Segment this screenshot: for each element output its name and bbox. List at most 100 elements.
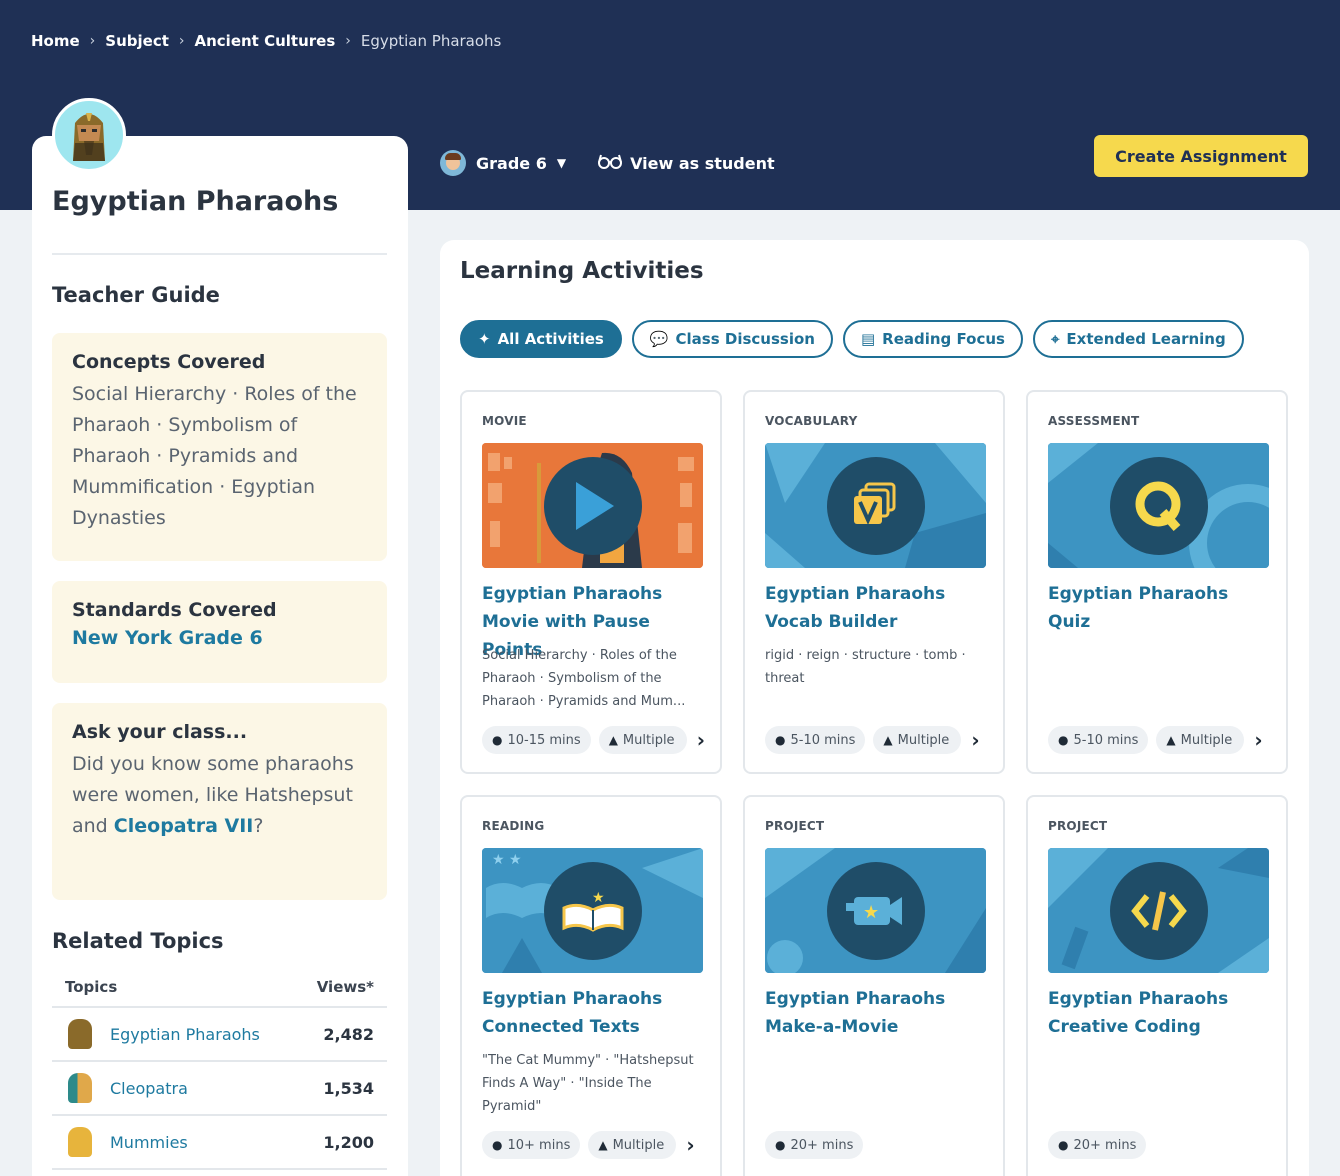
chevron-right-icon: › — [345, 33, 351, 49]
activity-meta: ● 20+ mins — [765, 1131, 864, 1159]
chevron-right-icon[interactable]: › — [1254, 728, 1262, 752]
filter-reading-focus[interactable]: ▤ Reading Focus — [842, 320, 1023, 358]
activity-title[interactable]: Egyptian Pharaohs Quiz — [1048, 580, 1273, 636]
duration-text: 5-10 mins — [1073, 732, 1139, 748]
activity-type: PROJECT — [1048, 819, 1108, 833]
puzzle-icon: ✦ — [478, 330, 491, 348]
breadcrumb-ancient-cultures[interactable]: Ancient Cultures — [195, 32, 336, 50]
filter-label: Class Discussion — [675, 330, 815, 348]
clock-icon: ● — [492, 1138, 503, 1152]
svg-text:★: ★ — [592, 890, 605, 906]
chevron-right-icon[interactable]: › — [686, 1133, 694, 1157]
activity-type: VOCABULARY — [765, 414, 858, 428]
activity-description: rigid · reign · structure · tomb · threa… — [765, 648, 966, 686]
filter-label: Reading Focus — [882, 330, 1005, 348]
topic-name[interactable]: Egyptian Pharaohs — [110, 1025, 323, 1044]
duration-badge: ● 10-15 mins — [482, 726, 591, 754]
activity-type: READING — [482, 819, 545, 833]
filter-extended-learning[interactable]: ⌖ Extended Learning — [1032, 320, 1244, 358]
ask-text-after: ? — [253, 815, 264, 837]
activity-card-reading[interactable]: READING ★ ★ ★ Egyptian Pharaohs Connecte… — [460, 795, 722, 1176]
view-as-student-button[interactable]: View as student — [598, 153, 775, 174]
cleopatra-link[interactable]: Cleopatra VII — [114, 815, 254, 837]
activity-type: ASSESSMENT — [1048, 414, 1140, 428]
concepts-text: Social Hierarchy · Roles of the Pharaoh … — [72, 383, 357, 529]
chevron-right-icon[interactable]: › — [697, 728, 705, 752]
chevron-right-icon[interactable]: › — [971, 728, 979, 752]
grade-level-badge: ▲ Multiple — [598, 726, 687, 754]
duration-text: 5-10 mins — [790, 732, 856, 748]
open-book-icon: ★ — [543, 861, 642, 960]
ask-text: Did you know some pharaohs were women, l… — [72, 749, 367, 842]
activity-meta: ● 20+ mins — [1048, 1131, 1147, 1159]
activity-card-assessment[interactable]: ASSESSMENT Egyptian Pharaohs Quiz ● 5-10 … — [1026, 390, 1288, 774]
video-camera-icon: ★ — [826, 861, 925, 960]
duration-text: 10+ mins — [507, 1137, 571, 1153]
grade-level-badge: ▲ Multiple — [873, 726, 962, 754]
standards-link[interactable]: New York Grade 6 — [72, 627, 367, 649]
breadcrumb-subject[interactable]: Subject — [105, 32, 169, 50]
filter-all-activities[interactable]: ✦ All Activities — [460, 320, 622, 358]
ask-title: Ask your class... — [72, 721, 248, 743]
activity-meta: ● 10-15 mins ▲ Multiple › — [482, 726, 705, 754]
duration-badge: ● 5-10 mins — [765, 726, 866, 754]
activity-title[interactable]: Egyptian Pharaohs Vocab Builder — [765, 580, 990, 636]
quiz-q-icon — [1109, 456, 1208, 555]
activity-type: PROJECT — [765, 819, 825, 833]
activity-card-movie[interactable]: MOVIE Egyptian Pharaohs Movie with Pause… — [460, 390, 722, 774]
teacher-guide-heading: Teacher Guide — [52, 283, 220, 307]
create-assignment-button[interactable]: Create Assignment — [1094, 135, 1308, 177]
breadcrumb-current: Egyptian Pharaohs — [360, 32, 502, 50]
clock-icon: ● — [775, 1138, 786, 1152]
caret-down-icon: ▼ — [556, 156, 567, 170]
table-row[interactable]: Cleopatra 1,534 — [52, 1062, 387, 1116]
activity-meta: ● 5-10 mins ▲ Multiple › — [1048, 726, 1263, 754]
activity-card-creative-coding[interactable]: PROJECT Egyptian Pharaohs Creative Codin… — [1026, 795, 1288, 1176]
activity-title[interactable]: Egyptian Pharaohs Make-a-Movie — [765, 985, 990, 1041]
cleopatra-icon — [68, 1073, 92, 1103]
grade-label: Grade 6 — [476, 153, 547, 173]
duration-text: 10-15 mins — [507, 732, 581, 748]
table-row[interactable]: Mummies 1,200 — [52, 1116, 387, 1170]
view-as-student-label: View as student — [630, 153, 775, 173]
topic-views: 2,482 — [323, 1024, 374, 1044]
activity-title[interactable]: Egyptian Pharaohs Creative Coding — [1048, 985, 1273, 1041]
pharaoh-icon — [68, 1019, 92, 1049]
pharaoh-avatar-icon — [52, 98, 126, 172]
activity-card-make-a-movie[interactable]: PROJECT ★ Egyptian Pharaohs Make-a-Movie… — [743, 795, 1005, 1176]
breadcrumb: Home › Subject › Ancient Cultures › Egyp… — [31, 32, 501, 50]
activity-title[interactable]: Egyptian Pharaohs Connected Texts — [482, 985, 707, 1041]
glasses-icon — [598, 153, 623, 174]
make-a-movie-thumbnail: ★ — [765, 848, 986, 973]
toolbar: Grade 6 ▼ View as student — [440, 150, 775, 176]
activity-meta: ● 10+ mins ▲ Multiple › — [482, 1131, 695, 1159]
duration-text: 20+ mins — [790, 1137, 854, 1153]
learning-activities-heading: Learning Activities — [460, 258, 704, 284]
ask-your-class-box: Ask your class... Did you know some phar… — [52, 703, 387, 900]
movie-thumbnail — [482, 443, 703, 568]
related-topics-heading: Related Topics — [52, 929, 224, 953]
activity-filters: ✦ All Activities 💬 Class Discussion ▤ Readi… — [460, 320, 1244, 358]
topic-name[interactable]: Cleopatra — [110, 1079, 323, 1098]
table-row[interactable]: Egyptian Pharaohs 2,482 — [52, 1008, 387, 1062]
mummy-icon — [68, 1127, 92, 1157]
telescope-icon: ⌖ — [1050, 330, 1060, 348]
topic-name[interactable]: Mummies — [110, 1133, 323, 1152]
reading-thumbnail: ★ ★ ★ — [482, 848, 703, 973]
student-avatar-icon — [440, 150, 466, 176]
grade-selector[interactable]: Grade 6 ▼ — [440, 150, 566, 176]
related-topics-table: Topics Views* Egyptian Pharaohs 2,482 Cl… — [52, 972, 387, 1170]
svg-text:★: ★ — [863, 902, 879, 923]
breadcrumb-home[interactable]: Home — [31, 32, 80, 50]
chevron-right-icon: › — [178, 33, 185, 49]
concepts-title: Concepts Covered — [72, 351, 266, 373]
filter-label: Extended Learning — [1066, 330, 1226, 348]
filter-class-discussion[interactable]: 💬 Class Discussion — [631, 320, 833, 358]
activity-description: "The Cat Mummy" · "Hatshepsut Finds A Wa… — [482, 1053, 694, 1114]
book-icon: ▤ — [860, 330, 876, 348]
activity-card-vocabulary[interactable]: VOCABULARY Egyptian Pharaohs Vocab Build… — [743, 390, 1005, 774]
vocab-cards-icon — [826, 456, 925, 555]
column-views: Views* — [316, 978, 374, 996]
divider — [52, 253, 387, 255]
grade-level-badge: ▲ Multiple — [588, 1131, 677, 1159]
